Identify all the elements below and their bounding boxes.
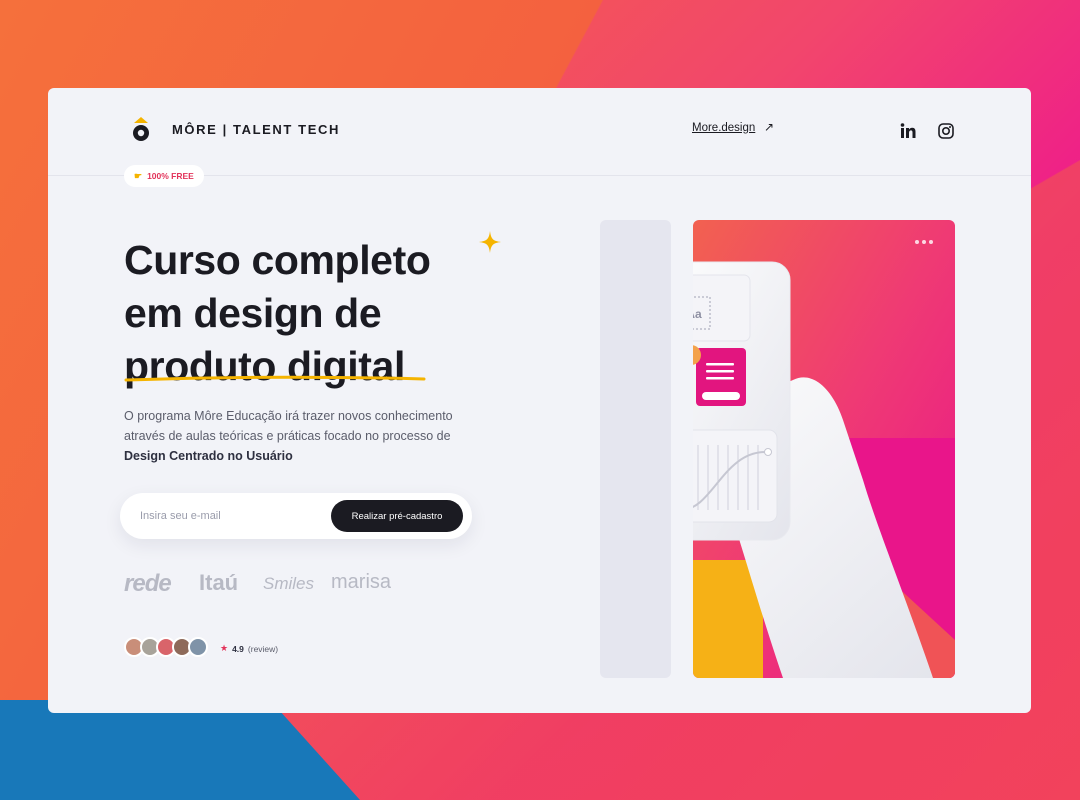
rating-label: (review) xyxy=(247,643,279,654)
rating: ★ 4.9 (review) xyxy=(220,643,278,654)
free-badge-label: 100% FREE xyxy=(147,171,194,181)
hero-illustration: Aa xyxy=(693,220,955,678)
partner-logo-marisa: marisa xyxy=(331,571,392,593)
partner-logo-itau: Itaú xyxy=(199,570,239,595)
reviewer-avatars xyxy=(124,637,214,659)
page-title: Curso completo em design de produto digi… xyxy=(124,234,431,393)
hand-phone-illustration: Aa xyxy=(693,220,955,678)
partner-logo-smiles: Smiles xyxy=(263,574,315,593)
description-bold: Design Centrado no Usuário xyxy=(124,449,293,463)
more-logo-icon[interactable] xyxy=(128,114,154,144)
description-text: O programa Môre Educação irá trazer novo… xyxy=(124,409,453,443)
pre-register-button[interactable]: Realizar pré-cadastro xyxy=(331,500,463,532)
instagram-icon[interactable] xyxy=(937,122,955,140)
decorative-column xyxy=(600,220,671,678)
signup-form: Realizar pré-cadastro xyxy=(120,493,472,539)
title-line-3: produto digital xyxy=(124,343,405,389)
card-text: Aa xyxy=(693,307,702,321)
landing-card: MÔRE | TALENT TECH More.design ↗ ☛ 100% … xyxy=(48,88,1031,713)
description: O programa Môre Educação irá trazer novo… xyxy=(124,406,484,466)
free-badge: ☛ 100% FREE xyxy=(124,165,204,187)
brand-name: MÔRE | TALENT TECH xyxy=(172,122,340,137)
rating-value: 4.9 xyxy=(232,643,244,654)
header: MÔRE | TALENT TECH More.design ↗ xyxy=(48,88,1031,176)
title-line-2: em design de xyxy=(124,290,382,336)
avatar xyxy=(188,637,208,657)
sparkle-icon xyxy=(479,231,501,253)
more-design-link[interactable]: More.design xyxy=(692,122,755,134)
star-icon: ★ xyxy=(220,643,229,653)
linkedin-icon[interactable] xyxy=(899,122,917,140)
partner-logo-rede: rede xyxy=(124,570,172,597)
more-options-icon[interactable] xyxy=(915,240,933,244)
email-input[interactable] xyxy=(140,506,320,526)
title-line-1: Curso completo xyxy=(124,237,431,283)
pointing-hand-icon: ☛ xyxy=(134,170,143,181)
title-underline xyxy=(124,375,426,382)
arrow-up-right-icon[interactable]: ↗ xyxy=(764,120,774,134)
